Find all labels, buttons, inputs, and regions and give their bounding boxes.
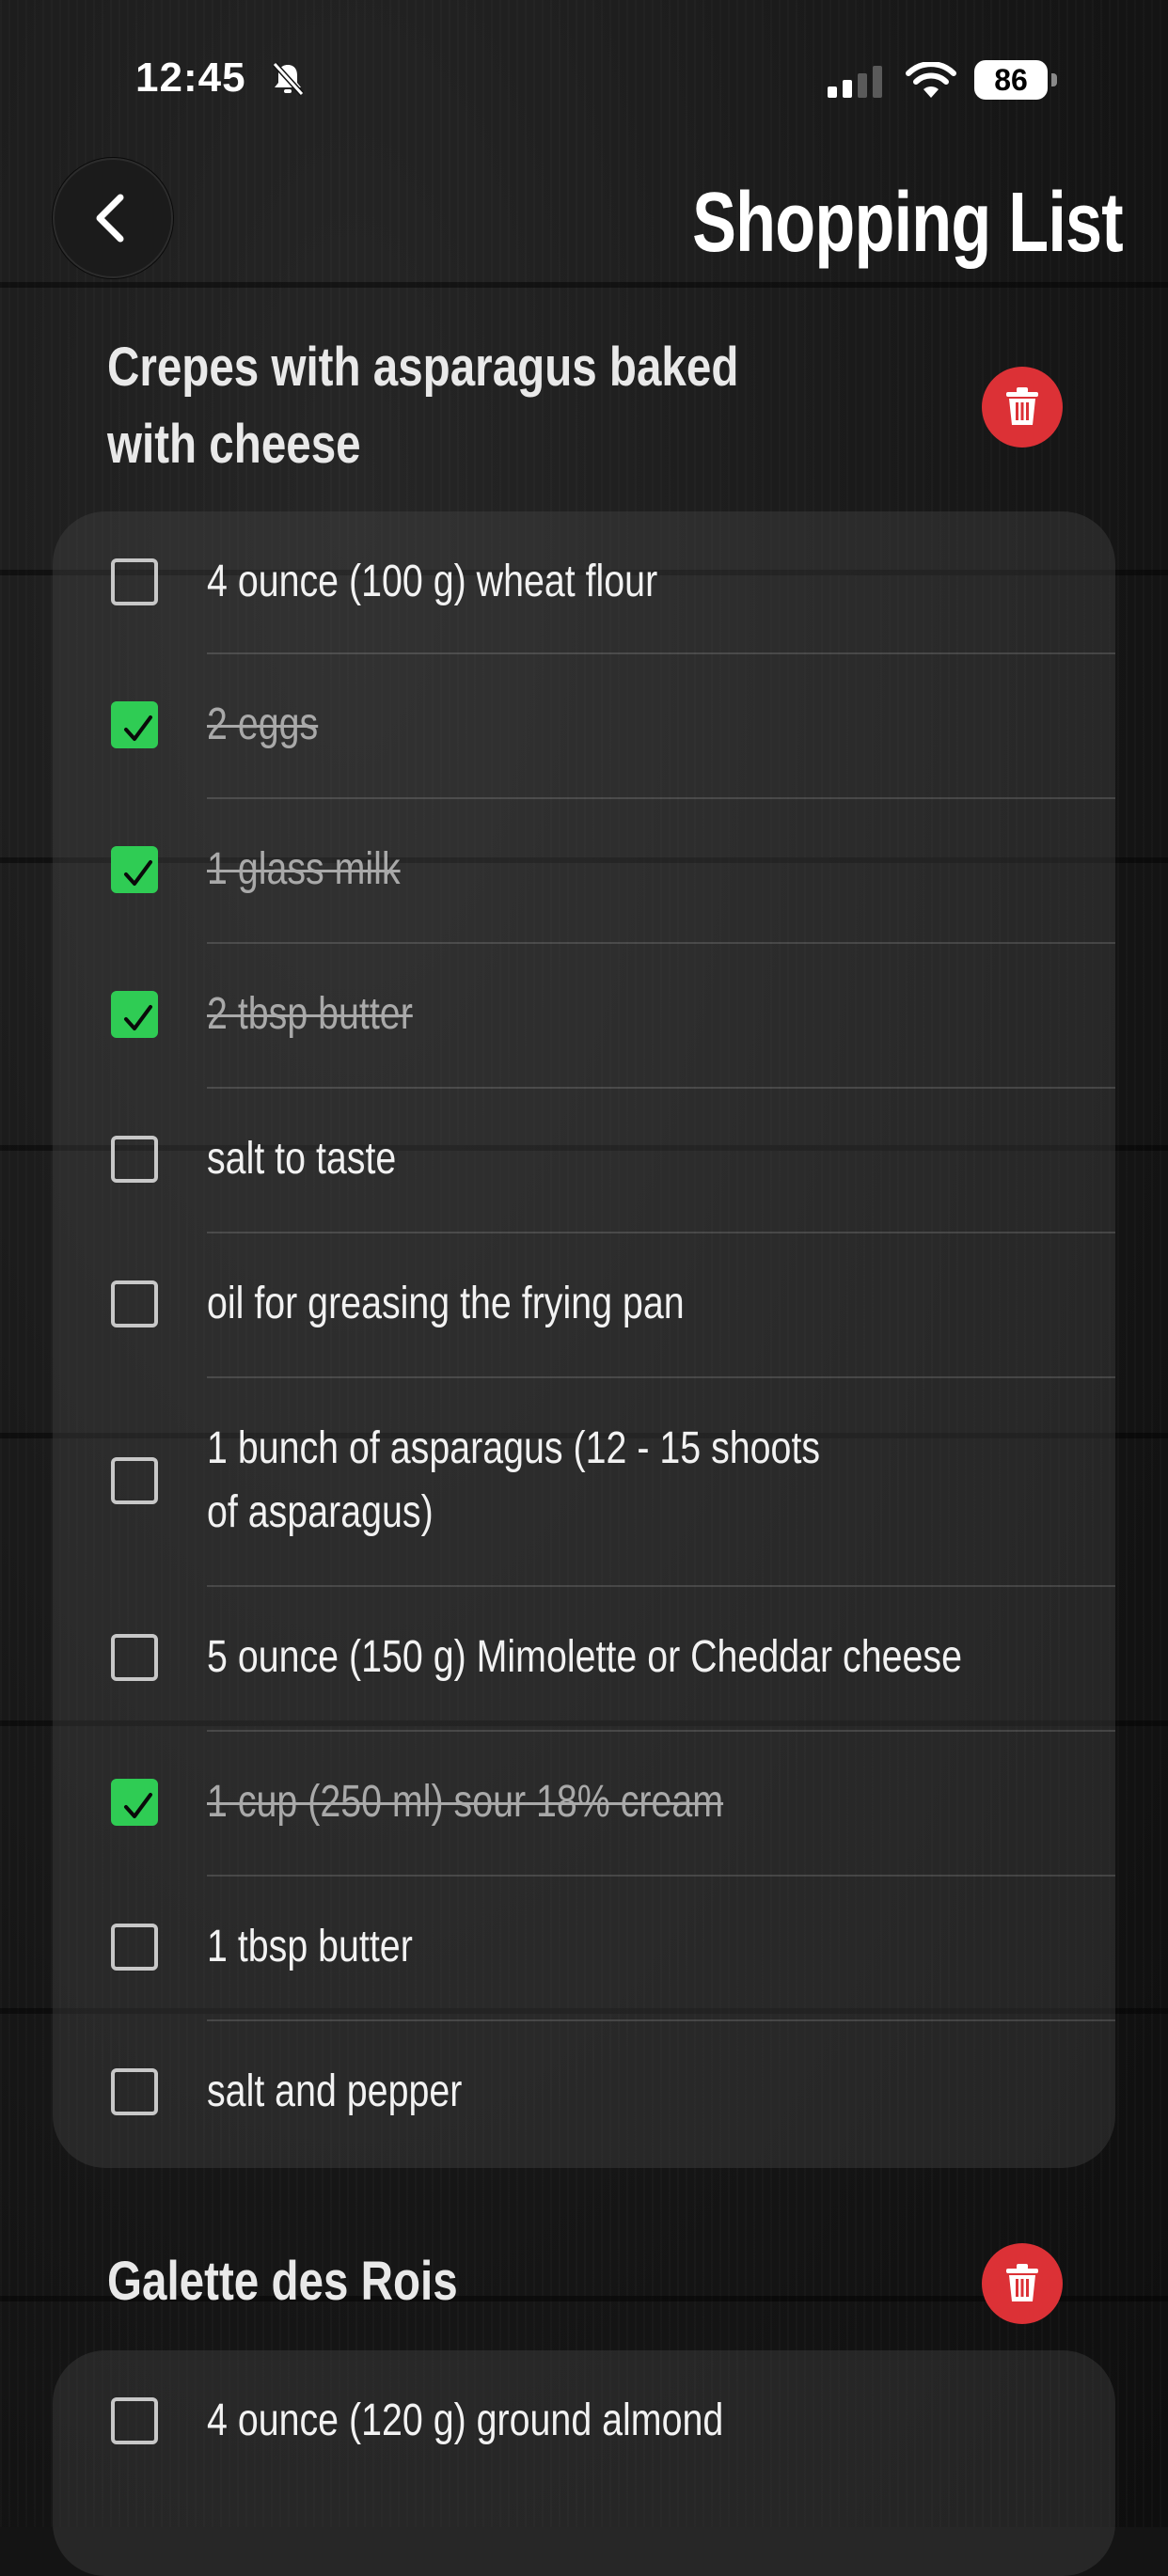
- chevron-left-icon: [96, 194, 124, 243]
- item-label-line2: of asparagus): [207, 1487, 434, 1537]
- item-label: 1 bunch of asparagus (12 - 15 shoots: [207, 1423, 821, 1473]
- item-label: 4 ounce (100 g) wheat flour: [207, 557, 658, 606]
- item-label: 2 tbsp butter: [207, 989, 413, 1039]
- list-item[interactable]: salt and pepper: [53, 2021, 1115, 2168]
- checkbox-checked[interactable]: [111, 846, 158, 893]
- item-label: 1 cup (250 ml) sour 18% cream: [207, 1777, 724, 1827]
- trash-icon: [1006, 2264, 1038, 2301]
- ingredients-card: 4 ounce (120 g) ground almond: [53, 2350, 1115, 2576]
- checkmark-icon: [124, 715, 152, 741]
- checkmark-icon: [124, 1793, 152, 1818]
- list-item[interactable]: 4 ounce (100 g) wheat flour: [53, 511, 1115, 652]
- item-label: oil for greasing the frying pan: [207, 1279, 685, 1328]
- item-label: 4 ounce (120 g) ground almond: [207, 2395, 724, 2445]
- battery-level: 86: [974, 60, 1048, 100]
- list-item[interactable]: 1 tbsp butter: [53, 1877, 1115, 2019]
- checkmark-icon: [124, 860, 152, 886]
- checkbox[interactable]: [111, 1924, 158, 1971]
- section-title-line2: with cheese: [107, 414, 361, 475]
- delete-recipe-button[interactable]: [982, 367, 1063, 448]
- trash-icon: [1006, 387, 1038, 425]
- list-item[interactable]: 2 tbsp butter: [53, 944, 1115, 1087]
- section-title: Galette des Rois: [107, 2251, 458, 2312]
- checkbox-checked[interactable]: [111, 1779, 158, 1826]
- checkbox[interactable]: [111, 2068, 158, 2115]
- checkbox-checked[interactable]: [111, 701, 158, 748]
- wifi-icon: [906, 62, 956, 98]
- checkbox[interactable]: [111, 1457, 158, 1504]
- battery-icon: 86: [974, 60, 1059, 102]
- list-item[interactable]: 1 cup (250 ml) sour 18% cream: [53, 1732, 1115, 1875]
- ingredients-card: 4 ounce (100 g) wheat flour 2 eggs 1 gla…: [53, 511, 1115, 2168]
- bell-slash-icon: [272, 61, 305, 97]
- item-label: 5 ounce (150 g) Mimolette or Cheddar che…: [207, 1632, 962, 1682]
- list-item[interactable]: 2 eggs: [53, 654, 1115, 797]
- checkbox[interactable]: [111, 1634, 158, 1681]
- checkbox[interactable]: [111, 1136, 158, 1183]
- delete-recipe-button[interactable]: [982, 2243, 1063, 2324]
- item-label: 2 eggs: [207, 699, 319, 749]
- status-bar: 12:45 86: [0, 0, 1168, 141]
- list-item[interactable]: 5 ounce (150 g) Mimolette or Cheddar che…: [53, 1587, 1115, 1730]
- page-title: Shopping List: [692, 176, 1124, 270]
- checkbox-checked[interactable]: [111, 991, 158, 1038]
- item-label: salt and pepper: [207, 2066, 463, 2116]
- back-button[interactable]: [53, 158, 173, 278]
- list-item[interactable]: oil for greasing the frying pan: [53, 1233, 1115, 1376]
- checkbox[interactable]: [111, 558, 158, 605]
- list-item[interactable]: salt to taste: [53, 1089, 1115, 1232]
- item-label: 1 glass milk: [207, 844, 401, 894]
- section-title: Crepes with asparagus baked: [107, 337, 739, 398]
- checkbox[interactable]: [111, 1280, 158, 1327]
- battery-cap: [1051, 73, 1057, 86]
- list-item[interactable]: 1 glass milk: [53, 799, 1115, 942]
- item-label: salt to taste: [207, 1134, 397, 1184]
- checkmark-icon: [124, 1005, 152, 1030]
- signal-icon: [828, 66, 882, 98]
- list-item[interactable]: 4 ounce (120 g) ground almond: [53, 2350, 1115, 2493]
- status-time: 12:45: [135, 55, 246, 101]
- checkbox[interactable]: [111, 2397, 158, 2444]
- item-label: 1 tbsp butter: [207, 1922, 413, 1971]
- list-item[interactable]: 1 bunch of asparagus (12 - 15 shoots of …: [53, 1378, 1115, 1585]
